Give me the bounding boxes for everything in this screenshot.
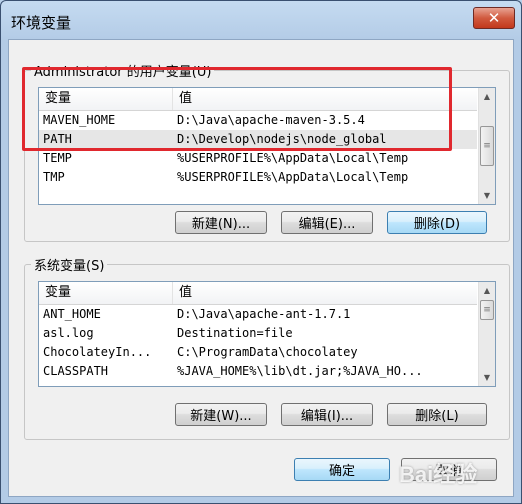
system-variables-group: 系统变量(S) 变量 值 ANT_HOME D:\Java\apache-ant… bbox=[24, 255, 510, 440]
variable-value: C:\ProgramData\chocolatey bbox=[177, 345, 358, 359]
variable-name: ChocolateyIn... bbox=[43, 345, 152, 359]
window-title: 环境变量 bbox=[11, 14, 72, 32]
delete-system-variable-button[interactable]: 删除(L) bbox=[387, 403, 487, 426]
variable-name: TMP bbox=[43, 170, 65, 184]
variable-value: D:\Java\apache-ant-1.7.1 bbox=[177, 307, 351, 321]
system-variables-label: 系统变量(S) bbox=[31, 255, 108, 274]
new-system-variable-button[interactable]: 新建(W)... bbox=[175, 403, 267, 426]
scroll-up-icon[interactable]: ▲ bbox=[479, 88, 495, 105]
scroll-thumb[interactable]: ≡ bbox=[480, 300, 494, 320]
table-row[interactable]: ChocolateyIn... C:\ProgramData\chocolate… bbox=[39, 343, 477, 362]
edit-system-variable-button[interactable]: 编辑(I)... bbox=[281, 403, 373, 426]
column-header-name[interactable]: 变量 bbox=[39, 282, 173, 304]
title-bar[interactable]: 环境变量 ✕ bbox=[1, 1, 521, 39]
variable-value: %USERPROFILE%\AppData\Local\Temp bbox=[177, 170, 409, 184]
column-header-value[interactable]: 值 bbox=[173, 282, 477, 304]
edit-user-variable-button[interactable]: 编辑(E)... bbox=[281, 211, 373, 234]
scroll-up-icon[interactable]: ▲ bbox=[479, 282, 495, 299]
variable-value: %USERPROFILE%\AppData\Local\Temp bbox=[177, 151, 409, 165]
list-header: 变量 值 bbox=[39, 282, 477, 305]
table-row[interactable]: asl.log Destination=file bbox=[39, 324, 477, 343]
table-row[interactable]: ANT_HOME D:\Java\apache-ant-1.7.1 bbox=[39, 305, 477, 324]
environment-variables-dialog: 环境变量 ✕ Administrator 的用户变量(U) 变量 值 MAVEN… bbox=[0, 0, 522, 504]
vertical-scrollbar[interactable]: ▲ ≡ ▼ bbox=[478, 88, 495, 204]
delete-user-variable-button[interactable]: 删除(D) bbox=[387, 211, 487, 234]
scroll-thumb[interactable]: ≡ bbox=[480, 126, 494, 166]
baidu-watermark: Bai经验 bbox=[399, 462, 478, 487]
system-variables-list[interactable]: 变量 值 ANT_HOME D:\Java\apache-ant-1.7.1 a… bbox=[38, 281, 496, 387]
close-icon: ✕ bbox=[487, 9, 501, 27]
vertical-scrollbar[interactable]: ▲ ≡ ▼ bbox=[478, 282, 495, 386]
variable-name: CLASSPATH bbox=[43, 364, 109, 378]
scroll-down-icon[interactable]: ▼ bbox=[479, 369, 495, 386]
close-button[interactable]: ✕ bbox=[473, 7, 515, 29]
new-user-variable-button[interactable]: 新建(N)... bbox=[175, 211, 267, 234]
variable-name: asl.log bbox=[43, 326, 94, 340]
variable-value: %JAVA_HOME%\lib\dt.jar;%JAVA_HO... bbox=[177, 364, 423, 378]
table-row[interactable]: TEMP %USERPROFILE%\AppData\Local\Temp bbox=[39, 149, 477, 168]
ok-button[interactable]: 确定 bbox=[294, 458, 390, 481]
variable-value: Destination=file bbox=[177, 326, 293, 340]
variable-name: TEMP bbox=[43, 151, 72, 165]
table-row[interactable]: CLASSPATH %JAVA_HOME%\lib\dt.jar;%JAVA_H… bbox=[39, 362, 477, 381]
table-row[interactable]: TMP %USERPROFILE%\AppData\Local\Temp bbox=[39, 168, 477, 187]
annotation-highlight bbox=[22, 67, 452, 151]
variable-name: ANT_HOME bbox=[43, 307, 101, 321]
scroll-down-icon[interactable]: ▼ bbox=[479, 187, 495, 204]
